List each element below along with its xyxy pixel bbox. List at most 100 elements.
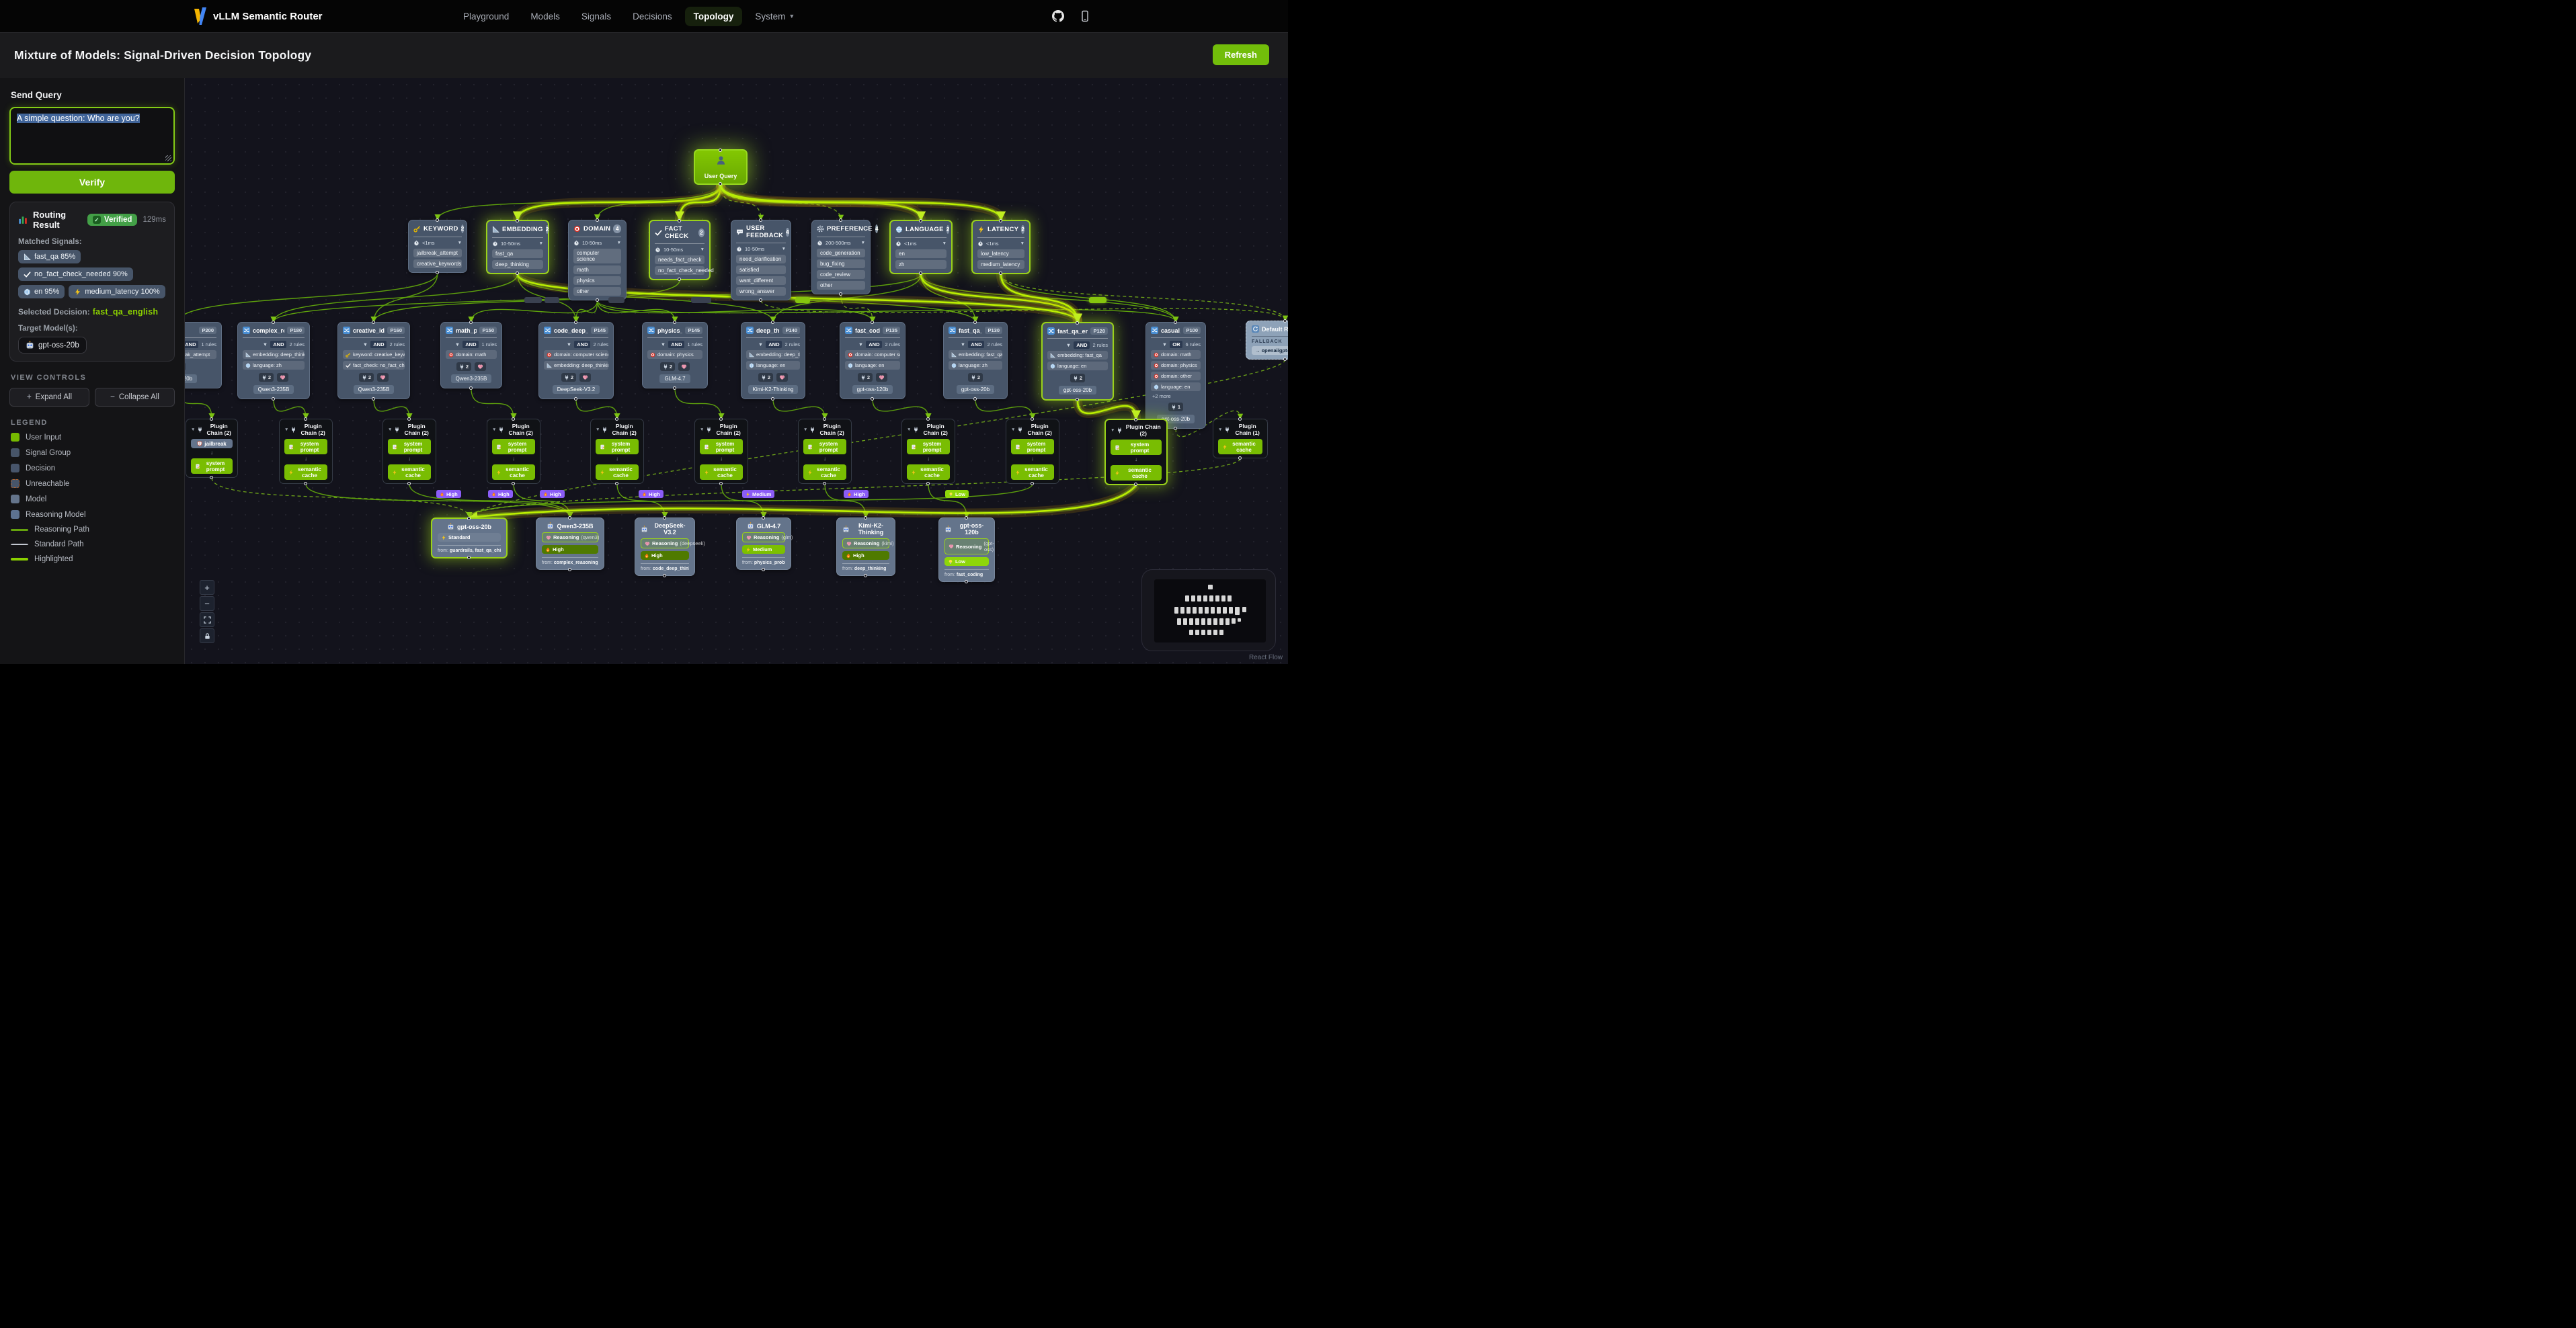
signal-item[interactable]: code_generation xyxy=(817,249,865,257)
model-m_ds[interactable]: DeepSeek-V3.2Reasoning(deepseek)Highfrom… xyxy=(635,517,695,576)
plugin-chip[interactable]: semantic cache xyxy=(1111,465,1162,481)
plugin-chip[interactable]: system prompt xyxy=(907,439,950,454)
plugin-chip[interactable]: system prompt xyxy=(284,439,327,454)
default-route-node[interactable]: Default RouteFALLBACK→ openai/gpt-oss-… xyxy=(1246,321,1288,360)
signal-item[interactable]: computer science xyxy=(573,249,621,263)
signal-item[interactable]: satisfied xyxy=(736,265,786,274)
plugin-chip[interactable]: jailbreak xyxy=(191,439,233,448)
plugin-chip[interactable]: semantic cache xyxy=(1218,439,1262,454)
nav-item-models[interactable]: Models xyxy=(522,7,569,26)
signal-item[interactable]: creative_keywords xyxy=(413,259,462,268)
decision-fast_coding[interactable]: fast_codingP135▼AND2 rulesdomain: comput… xyxy=(840,322,905,399)
plugin-chip[interactable]: semantic cache xyxy=(907,464,950,480)
signal-group-embedding[interactable]: EMBEDDING210-50ms▼fast_qadeep_thinking xyxy=(486,220,549,274)
decision-creative_ideas[interactable]: creative_ideasP160▼AND2 ruleskeyword: cr… xyxy=(337,322,410,399)
signal-item[interactable]: deep_thinking xyxy=(492,260,543,269)
collapse-all-button[interactable]: −Collapse All xyxy=(95,388,175,407)
nav-item-playground[interactable]: Playground xyxy=(454,7,518,26)
signal-item[interactable]: needs_fact_check xyxy=(655,255,705,264)
plugin-chip[interactable]: system prompt xyxy=(492,439,535,454)
signal-item[interactable]: medium_latency xyxy=(977,260,1024,269)
signal-group-fact_check[interactable]: FACT CHECK210-50ms▼needs_fact_checkno_fa… xyxy=(649,220,711,280)
query-input[interactable]: A simple question: Who are you? xyxy=(9,107,175,165)
lock-button[interactable] xyxy=(200,628,214,643)
signal-item[interactable]: en xyxy=(895,249,947,258)
zoom-out-button[interactable]: − xyxy=(200,596,214,611)
plugin-chain-p7[interactable]: ▼Plugin Chain (2)system prompt↓semantic … xyxy=(798,419,852,484)
decision-fast_qa_english[interactable]: fast_qa_englishP120▼AND2 rulesembedding:… xyxy=(1041,322,1114,401)
decision-physics_problems[interactable]: physics_problemsP145▼AND1 rulesdomain: p… xyxy=(642,322,708,388)
signal-item[interactable]: physics xyxy=(573,276,621,285)
signal-item[interactable]: jailbreak_attempt xyxy=(413,249,462,257)
device-icon[interactable] xyxy=(1079,10,1091,22)
signal-item[interactable]: low_latency xyxy=(977,249,1024,258)
plugin-chip[interactable]: semantic cache xyxy=(388,464,431,480)
model-m_gpt120[interactable]: gpt-oss-120bReasoning(gpt-oss)Lowfrom: f… xyxy=(938,517,995,582)
signal-group-keyword[interactable]: KEYWORD2<1ms▼jailbreak_attemptcreative_k… xyxy=(408,220,467,273)
nav-item-decisions[interactable]: Decisions xyxy=(624,7,681,26)
plugin-chain-p1[interactable]: ▼Plugin Chain (2)jailbreak↓system prompt xyxy=(186,419,238,478)
signal-group-preference[interactable]: PREFERENCE4200-500ms▼code_generationbug_… xyxy=(811,220,871,294)
more-rules[interactable]: +2 more xyxy=(1152,393,1201,399)
decision-math_problems[interactable]: math_problemsP150▼AND1 rulesdomain: math… xyxy=(440,322,502,388)
decision-fast_qa_chinese[interactable]: fast_qa_chineseP130▼AND2 rulesembedding:… xyxy=(943,322,1008,399)
plugin-chain-p9[interactable]: ▼Plugin Chain (2)system prompt↓semantic … xyxy=(1006,419,1059,484)
plugin-chain-p2[interactable]: ▼Plugin Chain (2)system prompt↓semantic … xyxy=(279,419,333,484)
signal-group-domain[interactable]: DOMAIN410-50ms▼computer sciencemathphysi… xyxy=(568,220,627,300)
plugin-chip[interactable]: system prompt xyxy=(700,439,743,454)
plugin-chip[interactable]: system prompt xyxy=(388,439,431,454)
plugin-chain-p5[interactable]: ▼Plugin Chain (2)system prompt↓semantic … xyxy=(590,419,644,484)
model-m_kimi[interactable]: Kimi-K2-ThinkingReasoning(kimi)Highfrom:… xyxy=(836,517,895,576)
plugin-chip[interactable]: system prompt xyxy=(596,439,639,454)
nav-item-system[interactable]: System▼ xyxy=(746,7,803,26)
plugin-chain-p3[interactable]: ▼Plugin Chain (2)system prompt↓semantic … xyxy=(383,419,436,484)
zoom-in-button[interactable]: + xyxy=(200,580,214,595)
signal-item[interactable]: need_clarification xyxy=(736,255,786,263)
plugin-chip[interactable]: semantic cache xyxy=(492,464,535,480)
verify-button[interactable]: Verify xyxy=(9,171,175,194)
refresh-button[interactable]: Refresh xyxy=(1213,44,1269,65)
github-icon[interactable] xyxy=(1052,10,1064,22)
plugin-chip[interactable]: system prompt xyxy=(1011,439,1054,454)
model-m_glm[interactable]: GLM-4.7Reasoning(glm)Mediumfrom: physics… xyxy=(736,517,791,570)
plugin-chip[interactable]: semantic cache xyxy=(1011,464,1054,480)
plugin-chip[interactable]: system prompt xyxy=(1111,440,1162,455)
plugin-chip[interactable]: semantic cache xyxy=(284,464,327,480)
fit-view-button[interactable] xyxy=(200,612,214,627)
plugin-chain-p11[interactable]: ▼Plugin Chain (1)semantic cache xyxy=(1213,419,1268,458)
model-m_qwen[interactable]: Qwen3-235BReasoning(qwen3)Highfrom: comp… xyxy=(536,517,604,570)
signal-group-user_feedback[interactable]: USER FEEDBACK410-50ms▼need_clarification… xyxy=(731,220,791,300)
signal-item[interactable]: other xyxy=(817,281,865,290)
plugin-chain-p4[interactable]: ▼Plugin Chain (2)system prompt↓semantic … xyxy=(487,419,540,484)
plugin-chain-p6[interactable]: ▼Plugin Chain (2)system prompt↓semantic … xyxy=(694,419,748,484)
signal-item[interactable]: bug_fixing xyxy=(817,259,865,268)
user-query-node[interactable]: User Query xyxy=(694,149,748,185)
signal-group-latency[interactable]: LATENCY2<1ms▼low_latencymedium_latency xyxy=(971,220,1031,274)
signal-item[interactable]: no_fact_check_needed xyxy=(655,266,705,275)
decision-code_deep_thinking[interactable]: code_deep_thinkingP145▼AND2 rulesdomain:… xyxy=(538,322,614,399)
signal-item[interactable]: math xyxy=(573,265,621,274)
plugin-chain-p10[interactable]: ▼Plugin Chain (2)system prompt↓semantic … xyxy=(1104,419,1168,485)
signal-item[interactable]: fast_qa xyxy=(492,249,543,258)
signal-item[interactable]: other xyxy=(573,287,621,296)
decision-deep_thinking[interactable]: deep_thinkingP140▼AND2 rulesembedding: d… xyxy=(741,322,805,399)
minimap[interactable] xyxy=(1141,569,1276,651)
decision-guardrails[interactable]: guardrailsP200▼AND1 ruleskeyword: jailbr… xyxy=(185,322,222,388)
plugin-chip[interactable]: semantic cache xyxy=(803,464,846,480)
signal-item[interactable]: wrong_answer xyxy=(736,287,786,296)
signal-item[interactable]: zh xyxy=(895,260,947,269)
plugin-chip[interactable]: semantic cache xyxy=(700,464,743,480)
expand-all-button[interactable]: +Expand All xyxy=(9,388,89,407)
plugin-chip[interactable]: system prompt xyxy=(803,439,846,454)
plugin-chip[interactable]: semantic cache xyxy=(596,464,639,480)
nav-item-topology[interactable]: Topology xyxy=(685,7,743,26)
signal-item[interactable]: want_different xyxy=(736,276,786,285)
decision-complex_reasoning[interactable]: complex_reasoningP180▼AND2 rulesembeddin… xyxy=(237,322,310,399)
signal-item[interactable]: code_review xyxy=(817,270,865,279)
topology-canvas[interactable]: User Query KEYWORD2<1ms▼jailbreak_attempt… xyxy=(185,78,1288,664)
signal-group-language[interactable]: LANGUAGE2<1ms▼enzh xyxy=(889,220,953,274)
plugin-chip[interactable]: system prompt xyxy=(191,458,233,474)
decision-casual_chat[interactable]: casual_chatP100▼OR6 rulesdomain: mathdom… xyxy=(1145,322,1206,429)
plugin-chain-p8[interactable]: ▼Plugin Chain (2)system prompt↓semantic … xyxy=(901,419,955,484)
model-m_gpt20[interactable]: gpt-oss-20bStandardfrom: guardrails, fas… xyxy=(431,517,508,558)
